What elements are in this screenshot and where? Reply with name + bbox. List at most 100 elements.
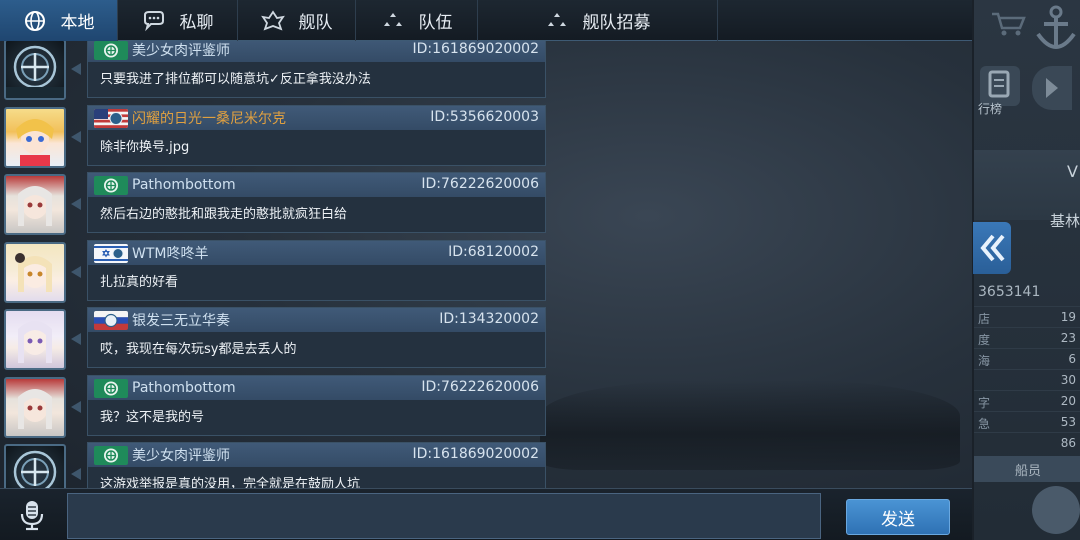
ship-preview: V 基林 [974,150,1080,230]
voice-input-button[interactable] [10,497,54,533]
tab-label: 舰队 [298,13,333,33]
chat-channel-tabs: 本地 私聊 舰队 队伍 舰队招募 [0,0,972,41]
tab-label: 队伍 [418,13,453,33]
ship-name-label: 基林 [1049,212,1080,230]
message-text: 这游戏举报是真的没用，完全就是在鼓励人坑 [100,477,361,488]
stat-row: 店 19 [974,306,1080,327]
bubble-pointer [71,198,81,210]
player-avatar[interactable] [4,41,66,100]
tab-label: 本地 [60,13,95,33]
russia-flag-icon [94,310,128,330]
player-id: ID:68120002 [448,244,539,260]
player-name[interactable]: Pathombottom [132,177,236,193]
captain-avatar[interactable] [1032,486,1080,534]
chat-message-list[interactable]: 美少女肉评鉴师 ID:161869020002 只要我进了排位都可以随意坑✓反正拿我… [0,41,548,488]
player-name[interactable]: 美少女肉评鉴师 [132,41,230,60]
globe-icon [23,9,47,33]
player-avatar[interactable] [4,309,66,370]
chat-message: Pathombottom ID:76222620006 我？这不是我的号 [0,375,548,438]
message-header: 银发三无立华奏 ID:134320002 [88,308,545,332]
message-bubble: 美少女肉评鉴师 ID:161869020002 只要我进了排位都可以随意坑✓反正拿我… [87,41,546,98]
stat-row: 86 [974,432,1080,453]
player-name[interactable]: 闪耀的日光一桑尼米尔克 [132,108,286,128]
shop-cart-icon[interactable] [988,8,1028,38]
send-button[interactable]: 发送 [846,499,950,535]
player-id: ID:161869020002 [412,446,539,462]
message-bubble: WTM咚咚羊 ID:68120002 扎拉真的好看 [87,240,546,301]
player-avatar[interactable] [4,107,66,168]
player-name[interactable]: WTM咚咚羊 [132,243,208,263]
player-id: ID:134320002 [439,311,539,327]
message-header: 美少女肉评鉴师 ID:161869020002 [88,41,545,62]
usa-flag-icon [94,108,128,128]
message-header: 美少女肉评鉴师 ID:161869020002 [88,443,545,467]
double-chevron-left-icon [980,234,1005,262]
crew-button[interactable]: 船员 [974,456,1080,482]
player-avatar[interactable] [4,377,66,438]
message-text: 只要我进了排位都可以随意坑✓反正拿我没办法 [100,72,371,87]
message-text: 除非你换号.jpg [100,140,190,155]
bubble-pointer [71,266,81,278]
tab-label: 私聊 [179,13,214,33]
chat-message: 美少女肉评鉴师 ID:161869020002 只要我进了排位都可以随意坑✓反正拿我… [0,41,548,100]
stat-row: 30 [974,369,1080,390]
message-bubble: 银发三无立华奏 ID:134320002 哎，我现在每次玩sy都是去丢人的 [87,307,546,368]
badge-flag-icon [94,378,128,398]
chat-message: WTM咚咚羊 ID:68120002 扎拉真的好看 [0,240,548,303]
collapse-chat-button[interactable] [973,222,1011,274]
chat-message: 美少女肉评鉴师 ID:161869020002 这游戏举报是真的没用，完全就是在鼓励… [0,442,548,488]
badge-flag-icon [94,41,128,60]
ship-tier-label: V [1067,162,1078,181]
tab-fleet[interactable]: 舰队 [238,0,356,41]
chat-message-input[interactable] [67,493,821,539]
message-text: 然后右边的憨批和跟我走的憨批就疯狂白给 [100,207,348,222]
team-icon [381,9,405,33]
israel-flag-icon [94,243,128,263]
bubble-pointer [71,333,81,345]
tab-team[interactable]: 队伍 [356,0,478,41]
player-name[interactable]: 银发三无立华奏 [132,310,230,330]
next-arrow-icon[interactable] [1032,66,1072,110]
bubble-pointer [71,131,81,143]
player-id: ID:5356620003 [430,109,539,125]
chat-message: Pathombottom ID:76222620006 然后右边的憨批和跟我走的憨批… [0,172,548,235]
message-text: 扎拉真的好看 [100,275,179,290]
bubble-pointer [71,468,81,480]
anchor-icon[interactable] [1034,4,1078,54]
chat-input-bar: 发送 [0,488,972,540]
message-bubble: 闪耀的日光一桑尼米尔克 ID:5356620003 除非你换号.jpg [87,105,546,166]
message-bubble: Pathombottom ID:76222620006 我？这不是我的号 [87,375,546,436]
player-avatar[interactable] [4,174,66,235]
badge-flag-icon [94,175,128,195]
stat-row: 字 20 [974,390,1080,411]
tab-local[interactable]: 本地 [0,0,118,41]
message-header: Pathombottom ID:76222620006 [88,173,545,197]
fleet-emblem-icon [260,9,285,33]
player-id: ID:161869020002 [412,41,539,57]
message-bubble: 美少女肉评鉴师 ID:161869020002 这游戏举报是真的没用，完全就是在鼓励… [87,442,546,488]
player-id: ID:76222620006 [421,379,539,395]
bubble-pointer [71,63,81,75]
rank-label: 行榜 [978,102,1003,116]
message-header: WTM咚咚羊 ID:68120002 [88,241,545,265]
player-id: ID:76222620006 [421,176,539,192]
player-avatar[interactable] [4,242,66,303]
player-name[interactable]: Pathombottom [132,380,236,396]
badge-flag-icon [94,445,128,465]
power-value: 3653141 [978,284,1041,300]
chat-message: 闪耀的日光一桑尼米尔克 ID:5356620003 除非你换号.jpg [0,105,548,168]
tab-fleet-recruit[interactable]: 舰队招募 [478,0,718,41]
message-text: 哎，我现在每次玩sy都是去丢人的 [100,342,297,357]
bubble-pointer [71,401,81,413]
message-bubble: Pathombottom ID:76222620006 然后右边的憨批和跟我走的憨批… [87,172,546,233]
chat-bubble-icon [142,9,166,33]
player-avatar[interactable] [4,444,66,488]
message-text: 我？这不是我的号 [100,410,205,425]
stat-row: 急 53 [974,411,1080,432]
stat-row: 海6 [974,348,1080,369]
player-name[interactable]: 美少女肉评鉴师 [132,445,230,465]
microphone-icon [20,501,44,531]
chat-message: 银发三无立华奏 ID:134320002 哎，我现在每次玩sy都是去丢人的 [0,307,548,370]
tab-private-chat[interactable]: 私聊 [118,0,238,41]
tab-label: 舰队招募 [582,13,651,33]
